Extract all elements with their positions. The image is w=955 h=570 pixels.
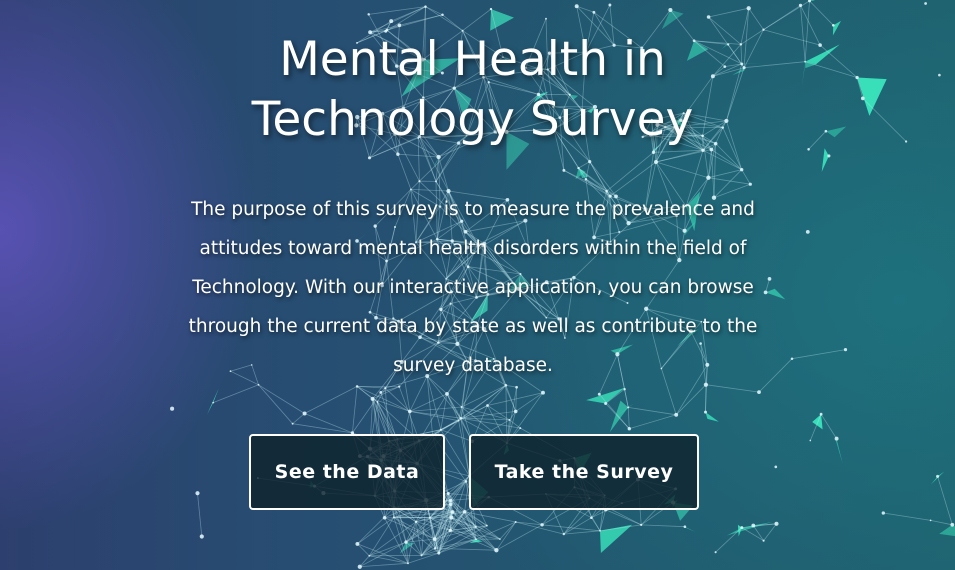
hero-section: Mental Health in Technology Survey The p… [0,0,955,570]
see-the-data-button[interactable]: See the Data [249,434,445,510]
hero-content: Mental Health in Technology Survey The p… [0,0,955,570]
take-the-survey-button[interactable]: Take the Survey [469,434,699,510]
survey-description: The purpose of this survey is to measure… [188,199,758,376]
page-title: Mental Health in Technology Survey [251,32,694,147]
